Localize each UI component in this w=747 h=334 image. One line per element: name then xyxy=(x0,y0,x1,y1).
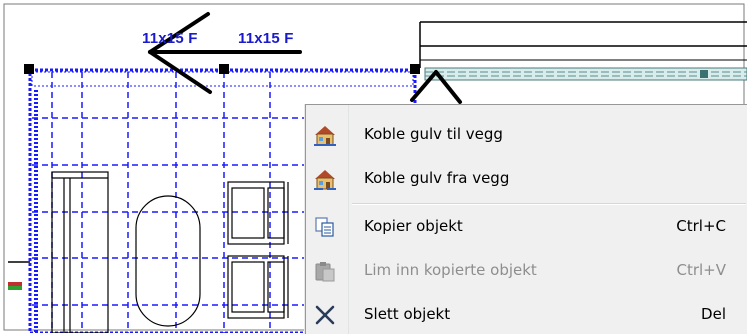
paste-icon xyxy=(313,259,337,283)
delete-icon xyxy=(313,303,337,327)
arrow-left-icon xyxy=(148,12,302,94)
menu-item-delete-object[interactable]: Slett objekt Del xyxy=(306,299,747,331)
menu-item-disconnect-floor[interactable]: Koble gulv fra vegg xyxy=(306,163,747,195)
menu-item-shortcut: Ctrl+V xyxy=(676,261,726,279)
menu-item-shortcut: Del xyxy=(701,305,726,323)
selection-handle[interactable] xyxy=(24,64,34,74)
sofa-symbol[interactable] xyxy=(51,171,109,333)
menu-item-label: Koble gulv til vegg xyxy=(364,125,503,143)
edge-marker xyxy=(8,261,30,290)
menu-item-paste-object[interactable]: Lim inn kopierte objekt Ctrl+V xyxy=(306,255,747,287)
menu-item-label: Slett objekt xyxy=(364,305,451,323)
house-disconnect-icon xyxy=(313,167,337,191)
menu-item-label: Koble gulv fra vegg xyxy=(364,169,510,187)
oval-table-symbol[interactable] xyxy=(135,195,201,327)
dimension-label: 11x15 F xyxy=(238,30,294,47)
dimension-label: 11x15 F xyxy=(142,30,198,47)
menu-item-shortcut: Ctrl+C xyxy=(676,217,726,235)
menu-item-connect-floor[interactable]: Koble gulv til vegg xyxy=(306,119,747,151)
menu-item-copy-object[interactable]: Kopier objekt Ctrl+C xyxy=(306,211,747,243)
menu-item-label: Kopier objekt xyxy=(364,217,463,235)
context-menu: Koble gulv til vegg Koble gulv fra vegg xyxy=(305,104,747,334)
wall-structure[interactable] xyxy=(419,21,747,81)
selection-handle[interactable] xyxy=(219,64,229,74)
chair-symbol[interactable] xyxy=(227,181,289,245)
chair-symbol[interactable] xyxy=(227,255,289,319)
menu-separator xyxy=(352,203,746,205)
house-connect-icon xyxy=(313,123,337,147)
selection-handle[interactable] xyxy=(410,64,420,74)
copy-icon xyxy=(313,215,337,239)
menu-item-label: Lim inn kopierte objekt xyxy=(364,261,537,279)
